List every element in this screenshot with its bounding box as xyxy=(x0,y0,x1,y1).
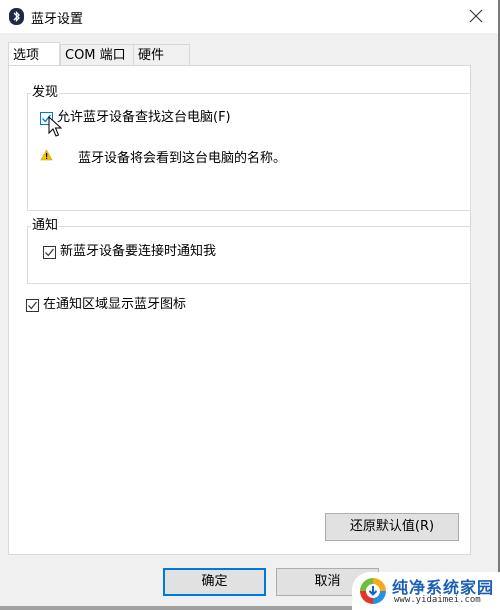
close-button[interactable] xyxy=(466,6,486,26)
notify-label: 新蓝牙设备要连接时通知我 xyxy=(60,244,217,259)
tab-panel: 发现 允许蓝牙设备查找这台电脑(F) 蓝牙设备将会看到这台电脑的名称。 通知 新… xyxy=(8,65,471,555)
tab-options[interactable]: 选项 xyxy=(8,42,60,65)
show-tray-icon-checkbox-row[interactable]: 在通知区域显示蓝牙图标 xyxy=(26,297,186,313)
tab-com-ports[interactable]: COM 端口 xyxy=(60,44,134,65)
warning-icon xyxy=(40,149,53,161)
show-tray-icon-label: 在通知区域显示蓝牙图标 xyxy=(43,297,187,312)
close-icon xyxy=(469,9,483,23)
ok-button[interactable]: 确定 xyxy=(163,568,266,596)
notify-checkbox-row[interactable]: 新蓝牙设备要连接时通知我 xyxy=(43,244,216,260)
title-bar: 蓝牙设置 xyxy=(0,0,500,33)
mouse-cursor-icon xyxy=(48,116,63,137)
show-tray-icon-checkbox[interactable] xyxy=(26,298,39,312)
discovery-group: 发现 允许蓝牙设备查找这台电脑(F) 蓝牙设备将会看到这台电脑的名称。 xyxy=(27,84,471,211)
restore-defaults-button[interactable]: 还原默认值(R) xyxy=(325,513,459,541)
allow-discovery-checkbox-row[interactable]: 允许蓝牙设备查找这台电脑(F) xyxy=(40,110,231,126)
watermark-logo-icon xyxy=(360,578,386,604)
bluetooth-icon xyxy=(9,8,24,25)
watermark-url: www.yidaimei.com xyxy=(394,595,481,605)
discovery-warning-text: 蓝牙设备将会看到这台电脑的名称。 xyxy=(78,151,287,166)
tab-hardware[interactable]: 硬件 xyxy=(133,44,190,65)
notifications-group: 通知 新蓝牙设备要连接时通知我 xyxy=(27,217,471,284)
notify-checkbox[interactable] xyxy=(43,245,56,259)
window-title: 蓝牙设置 xyxy=(31,12,84,27)
allow-discovery-label: 允许蓝牙设备查找这台电脑(F) xyxy=(57,110,231,125)
notifications-group-label: 通知 xyxy=(31,217,60,235)
discovery-group-label: 发现 xyxy=(31,84,60,102)
watermark: 纯净系统家园 www.yidaimei.com xyxy=(352,572,500,610)
